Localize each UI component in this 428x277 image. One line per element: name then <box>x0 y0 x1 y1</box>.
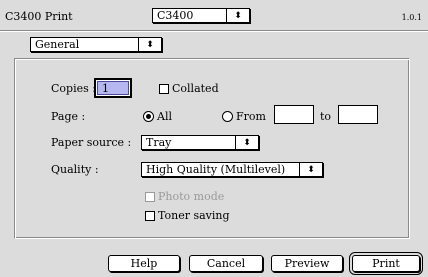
panel-select[interactable]: General ⬍ <box>30 37 162 52</box>
title-divider <box>0 30 428 32</box>
page-to-label: to <box>320 110 332 123</box>
panel-select-value: General <box>35 38 80 51</box>
page-from-label: From <box>236 110 266 123</box>
copies-label: Copies : <box>51 82 96 95</box>
page-all-radio[interactable] <box>143 111 154 122</box>
help-button[interactable]: Help <box>108 255 180 272</box>
up-down-arrows-icon: ⬍ <box>235 136 258 149</box>
toner-saving-checkbox[interactable] <box>145 211 155 221</box>
printer-select-value: C3400 <box>157 9 194 22</box>
cancel-button[interactable]: Cancel <box>189 255 263 272</box>
photo-mode-checkbox <box>145 192 155 202</box>
up-down-arrows-icon: ⬍ <box>226 9 249 22</box>
window-title: C3400 Print <box>5 10 73 23</box>
paper-source-label: Paper source : <box>51 136 132 149</box>
page-label: Page : <box>51 110 86 123</box>
copies-value: 1 <box>97 81 129 95</box>
page-to-input[interactable] <box>338 105 378 124</box>
page-from-input[interactable] <box>274 105 314 124</box>
up-down-arrows-icon: ⬍ <box>299 163 322 176</box>
page-from-radio[interactable] <box>222 111 233 122</box>
paper-source-value: Tray <box>146 136 172 149</box>
toner-saving-label: Toner saving <box>158 209 230 222</box>
collated-label: Collated <box>172 82 219 95</box>
paper-source-select[interactable]: Tray ⬍ <box>141 135 259 150</box>
photo-mode-label: Photo mode <box>158 190 225 203</box>
quality-label: Quality : <box>51 163 99 176</box>
print-button[interactable]: Print <box>349 252 423 275</box>
quality-select[interactable]: High Quality (Multilevel) ⬍ <box>141 162 323 177</box>
preview-button[interactable]: Preview <box>271 255 343 272</box>
up-down-arrows-icon: ⬍ <box>138 38 161 51</box>
page-all-label: All <box>157 110 172 123</box>
collated-checkbox[interactable] <box>159 84 169 94</box>
copies-input[interactable]: 1 <box>94 78 132 98</box>
printer-select[interactable]: C3400 ⬍ <box>152 8 250 23</box>
quality-value: High Quality (Multilevel) <box>146 163 286 176</box>
version-label: 1.0.1 <box>401 13 422 22</box>
